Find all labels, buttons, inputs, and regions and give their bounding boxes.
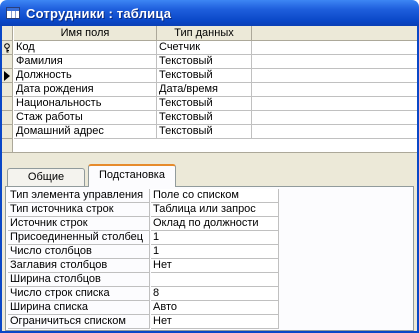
description-cell[interactable]	[252, 83, 417, 97]
data-type-cell[interactable]: Текстовый	[157, 125, 252, 139]
description-cell[interactable]	[252, 97, 417, 111]
property-value[interactable]: Таблица или запрос	[151, 203, 279, 217]
property-label: Число столбцов	[8, 245, 150, 259]
property-value[interactable]: Оклад по должности	[151, 217, 279, 231]
current-row-arrow-icon	[4, 71, 10, 81]
tab-lookup[interactable]: Подстановка	[88, 164, 176, 187]
property-value[interactable]: 1	[151, 245, 279, 259]
row-selector[interactable]	[2, 97, 13, 111]
column-header-data-type[interactable]: Тип данных	[157, 26, 252, 41]
property-label: Присоединенный столбец	[8, 231, 150, 245]
lookup-properties-panel: Тип элемента управления Поле со списком Ти…	[5, 186, 414, 331]
description-cell[interactable]	[252, 125, 417, 139]
field-name-cell[interactable]: Стаж работы	[14, 111, 157, 125]
data-type-cell[interactable]: Текстовый	[157, 97, 252, 111]
field-grid: Имя поля Тип данных Код Счетчик Фамилия Тек…	[2, 26, 417, 152]
field-name-cell[interactable]: Домашний адрес	[14, 125, 157, 139]
property-value[interactable]: Нет	[151, 259, 279, 273]
field-name-cell[interactable]: Фамилия	[14, 55, 157, 69]
column-header-description[interactable]	[252, 26, 417, 41]
row-selector[interactable]	[2, 111, 13, 125]
window-title: Сотрудники : таблица	[26, 5, 172, 21]
property-value[interactable]: 8	[151, 287, 279, 301]
field-name-cell[interactable]: Дата рождения	[14, 83, 157, 97]
description-cell[interactable]	[252, 69, 417, 83]
property-label: Ширина списка	[8, 301, 150, 315]
data-type-cell[interactable]: Текстовый	[157, 55, 252, 69]
table-design-window: Имя поля Тип данных Код Счетчик Фамилия Тек…	[0, 26, 419, 333]
data-type-cell[interactable]: Текстовый	[157, 111, 252, 125]
data-type-cell[interactable]: Счетчик	[157, 41, 252, 55]
property-label: Ширина столбцов	[8, 273, 150, 287]
property-value[interactable]: Нет	[151, 315, 279, 329]
property-label: Ограничиться списком	[8, 315, 150, 329]
property-label: Источник строк	[8, 217, 150, 231]
property-value[interactable]: Поле со списком	[151, 189, 279, 203]
property-tabs: Общие Подстановка	[2, 164, 417, 187]
field-name-cell[interactable]: Должность	[14, 69, 157, 83]
field-name-cell[interactable]: Код	[14, 41, 157, 55]
grid-corner[interactable]	[2, 26, 13, 41]
property-label: Тип элемента управления	[8, 189, 150, 203]
field-name-cell[interactable]: Национальность	[14, 97, 157, 111]
row-selector[interactable]	[2, 41, 13, 55]
row-selector[interactable]	[2, 83, 13, 97]
tab-general[interactable]: Общие	[7, 168, 85, 186]
property-value[interactable]	[151, 273, 279, 287]
data-type-cell[interactable]: Дата/время	[157, 83, 252, 97]
row-selector[interactable]	[2, 69, 13, 83]
description-cell[interactable]	[252, 41, 417, 55]
column-header-field-name[interactable]: Имя поля	[14, 26, 157, 41]
property-label: Число строк списка	[8, 287, 150, 301]
property-label: Заглавия столбцов	[8, 259, 150, 273]
description-cell[interactable]	[252, 111, 417, 125]
row-selector[interactable]	[2, 125, 13, 139]
row-selector-empty	[2, 139, 13, 152]
property-label: Тип источника строк	[8, 203, 150, 217]
window-titlebar[interactable]: Сотрудники : таблица	[0, 0, 419, 26]
property-value[interactable]: 1	[151, 231, 279, 245]
table-icon	[6, 7, 20, 19]
property-value[interactable]: Авто	[151, 301, 279, 315]
row-selector[interactable]	[2, 55, 13, 69]
data-type-cell[interactable]: Текстовый	[157, 69, 252, 83]
primary-key-icon	[4, 43, 10, 53]
description-cell[interactable]	[252, 55, 417, 69]
pane-splitter[interactable]	[2, 152, 417, 164]
